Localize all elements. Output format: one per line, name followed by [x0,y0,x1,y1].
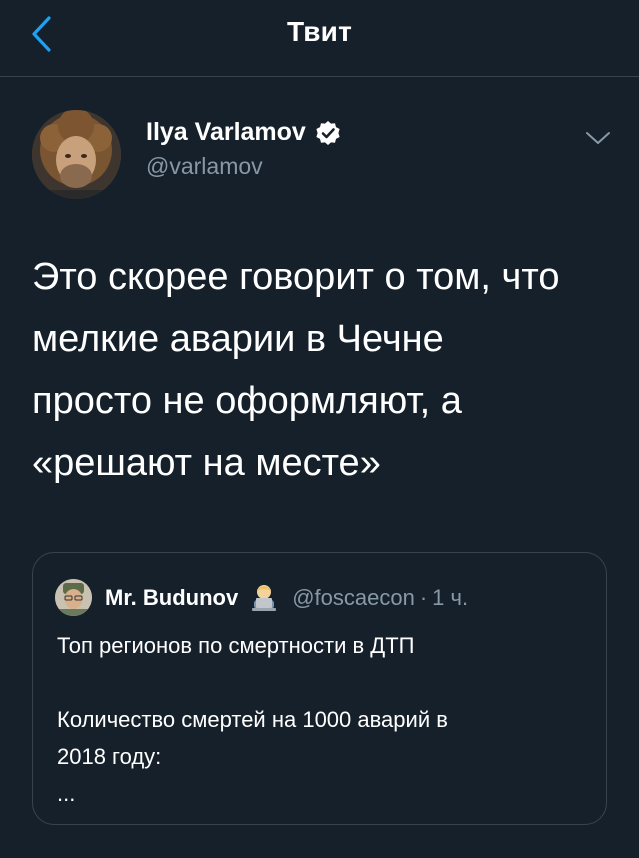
quoted-timestamp: 1 ч. [432,585,469,610]
avatar-image [32,110,121,199]
quoted-author-name: Mr. Budunov [105,585,239,610]
quoted-text-line: Топ регионов по смертности в ДТП [57,633,415,658]
quoted-text-line [57,664,587,701]
quoted-text-line: ... [57,781,76,806]
quoted-text-line: 2018 году: [57,744,162,769]
separator-dot: · [419,585,428,610]
tweet-menu-button[interactable] [578,120,618,156]
page-title: Твит [287,16,352,47]
tweet-detail-page: Твит Ilya Varlamov @varlamov Это скорее [0,0,639,858]
avatar[interactable] [32,110,121,199]
quoted-text-line: Количество смертей на 1000 аварий в [57,707,448,732]
quoted-tweet-header: Mr. Budunov @foscaecon · 1 ч. [105,583,468,613]
man-technologist-emoji [252,585,277,611]
tweet-text: Это скорее говорит о том, что мелкие ава… [32,256,560,484]
author-name-row[interactable]: Ilya Varlamov [146,118,341,147]
top-navigation-bar: Твит [0,0,639,77]
quoted-avatar-image [55,579,92,616]
quoted-author-handle: @foscaecon [292,585,415,610]
author-handle[interactable]: @varlamov [146,153,263,180]
chevron-down-icon [586,132,610,144]
quoted-tweet-text: Топ регионов по смертности в ДТП Количес… [57,627,587,812]
author-name[interactable]: Ilya Varlamov [146,118,306,147]
verified-badge-icon [316,120,340,145]
quoted-avatar [55,579,92,616]
quoted-tweet-card[interactable]: Mr. Budunov @foscaecon · 1 ч. Топ регион… [32,552,607,825]
